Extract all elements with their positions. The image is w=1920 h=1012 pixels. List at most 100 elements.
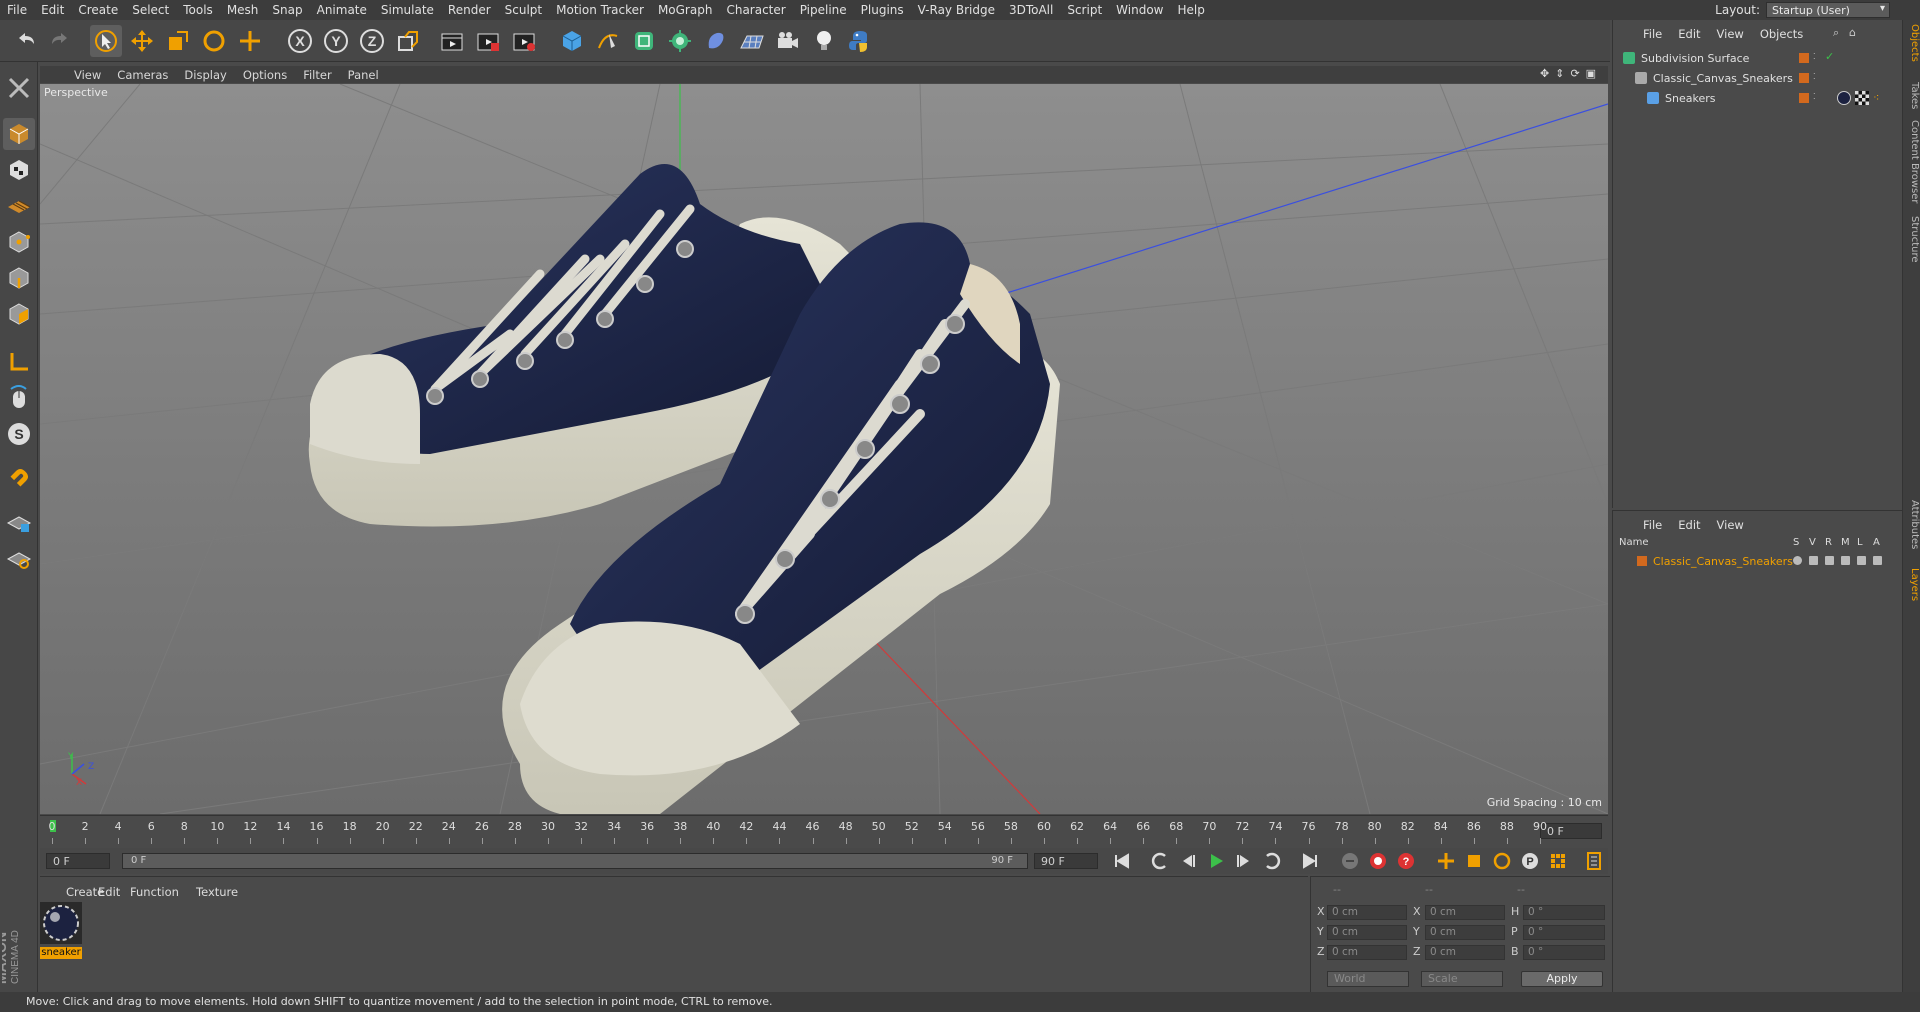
- object-menu-objects[interactable]: Objects: [1752, 27, 1811, 41]
- tweak-mode-button[interactable]: [3, 382, 35, 414]
- layer-menu-file[interactable]: File: [1635, 518, 1670, 532]
- enabled-check-icon[interactable]: ✓: [1825, 50, 1834, 63]
- transform-tool-button[interactable]: [234, 25, 266, 57]
- redo-button[interactable]: [44, 25, 76, 57]
- layer-column-r[interactable]: R: [1825, 537, 1832, 548]
- viewport-menu-cameras[interactable]: Cameras: [109, 68, 176, 82]
- uvw-tag-icon[interactable]: ⁖: [1873, 91, 1879, 104]
- layer-color-swatch[interactable]: [1637, 556, 1647, 566]
- object-row[interactable]: Sneakers ⁚ ⁖: [1613, 88, 1903, 108]
- render-view-button[interactable]: [436, 25, 468, 57]
- coord-size-x-field[interactable]: 0 cm: [1425, 905, 1505, 920]
- object-visibility-dots[interactable]: ⁚: [1813, 72, 1816, 81]
- next-key-button[interactable]: [1260, 849, 1284, 873]
- coord-position-z-field[interactable]: 0 cm: [1327, 945, 1407, 960]
- object-menu-edit[interactable]: Edit: [1670, 27, 1708, 41]
- prev-frame-button[interactable]: [1176, 849, 1200, 873]
- object-visibility-dots[interactable]: ⁚: [1813, 92, 1816, 101]
- material-swatch[interactable]: [40, 902, 82, 944]
- goto-start-button[interactable]: [1110, 849, 1134, 873]
- material-menu-texture[interactable]: Texture: [196, 885, 238, 899]
- render-picture-viewer-button[interactable]: [472, 25, 504, 57]
- snap-toggle-button[interactable]: S: [3, 418, 35, 450]
- layer-column-name[interactable]: Name: [1619, 537, 1649, 548]
- coord-size-y-field[interactable]: 0 cm: [1425, 925, 1505, 940]
- layout-dropdown[interactable]: Startup (User): [1766, 2, 1890, 18]
- coord-mode-dropdown[interactable]: Scale: [1421, 971, 1503, 987]
- coord-system-dropdown[interactable]: World: [1327, 971, 1409, 987]
- rotate-view-icon[interactable]: ⟳: [1570, 67, 1579, 80]
- menu-3dtoall[interactable]: 3DToAll: [1002, 3, 1060, 17]
- object-row[interactable]: Subdivision Surface ⁚ ✓: [1613, 48, 1903, 68]
- viewport-menu-display[interactable]: Display: [176, 68, 234, 82]
- menu-window[interactable]: Window: [1109, 3, 1170, 17]
- next-frame-button[interactable]: [1232, 849, 1256, 873]
- menu-sculpt[interactable]: Sculpt: [498, 3, 549, 17]
- current-frame-field[interactable]: 0 F: [1540, 823, 1602, 839]
- menu-script[interactable]: Script: [1060, 3, 1109, 17]
- keyframe-selection-button[interactable]: ?: [1394, 849, 1418, 873]
- object-visibility-dots[interactable]: ⁚: [1813, 52, 1816, 61]
- menu-tools[interactable]: Tools: [176, 3, 220, 17]
- texture-tag-icon[interactable]: [1855, 91, 1869, 105]
- coordinate-system-button[interactable]: [392, 25, 424, 57]
- floor-button[interactable]: [736, 25, 768, 57]
- object-row[interactable]: Classic_Canvas_Sneakers ⁚: [1613, 68, 1903, 88]
- layer-menu-edit[interactable]: Edit: [1670, 518, 1708, 532]
- menu-simulate[interactable]: Simulate: [374, 3, 441, 17]
- key-rotation-button[interactable]: [1490, 849, 1514, 873]
- grid-snap-button[interactable]: [3, 542, 35, 574]
- deformer-button[interactable]: [700, 25, 732, 57]
- coord-rotation-p-field[interactable]: 0 °: [1523, 925, 1605, 940]
- object-menu-file[interactable]: File: [1635, 27, 1670, 41]
- viewport-menu-options[interactable]: Options: [235, 68, 295, 82]
- menu-mograph[interactable]: MoGraph: [651, 3, 720, 17]
- viewport-menu-panel[interactable]: Panel: [340, 68, 387, 82]
- timeline-ruler[interactable]: 0 F 0 2 4 6 8 10 12 14 16 18 20 22 24 26 28 30 32 34 36 38 4…: [40, 815, 1608, 847]
- coord-position-y-field[interactable]: 0 cm: [1327, 925, 1407, 940]
- render-icon[interactable]: [1825, 556, 1834, 565]
- object-menu-view[interactable]: View: [1709, 27, 1752, 41]
- zoom-icon[interactable]: ⇕: [1555, 67, 1564, 80]
- right-tab-objects[interactable]: Objects: [1904, 24, 1920, 62]
- scale-tool-button[interactable]: [162, 25, 194, 57]
- select-tool-button[interactable]: [90, 25, 122, 57]
- menu-animate[interactable]: Animate: [310, 3, 374, 17]
- 3d-viewport[interactable]: Perspective Y X Z Grid Spacing : 10 cm: [40, 84, 1608, 814]
- frame-range-slider[interactable]: 0 F 90 F: [122, 853, 1028, 869]
- material-menu-function[interactable]: Function: [130, 885, 179, 899]
- menu-plugins[interactable]: Plugins: [854, 3, 911, 17]
- right-tab-content-browser[interactable]: Content Browser: [1904, 120, 1920, 203]
- material-tag-icon[interactable]: [1837, 91, 1851, 105]
- record-keys-button[interactable]: [1338, 849, 1362, 873]
- lock-icon[interactable]: [1857, 556, 1866, 565]
- axis-mode-button[interactable]: [3, 346, 35, 378]
- menu-mesh[interactable]: Mesh: [220, 3, 266, 17]
- coord-rotation-h-field[interactable]: 0 °: [1523, 905, 1605, 920]
- right-tab-attributes[interactable]: Attributes: [1904, 500, 1920, 549]
- material-name-label[interactable]: sneaker: [40, 947, 82, 959]
- menu-edit[interactable]: Edit: [34, 3, 71, 17]
- move-tool-button[interactable]: [126, 25, 158, 57]
- prev-key-button[interactable]: [1148, 849, 1172, 873]
- layer-column-s[interactable]: S: [1793, 537, 1799, 548]
- menu-motion-tracker[interactable]: Motion Tracker: [549, 3, 651, 17]
- mograph-cloner-button[interactable]: [664, 25, 696, 57]
- coord-size-z-field[interactable]: 0 cm: [1425, 945, 1505, 960]
- menu-v-ray-bridge[interactable]: V-Ray Bridge: [911, 3, 1002, 17]
- layer-column-l[interactable]: L: [1857, 537, 1863, 548]
- object-layer-color[interactable]: [1799, 53, 1809, 63]
- menu-character[interactable]: Character: [719, 3, 792, 17]
- menu-render[interactable]: Render: [441, 3, 498, 17]
- visible-eye-icon[interactable]: [1809, 556, 1818, 565]
- menu-pipeline[interactable]: Pipeline: [793, 3, 854, 17]
- key-position-button[interactable]: [1434, 849, 1458, 873]
- animation-icon[interactable]: [1873, 556, 1882, 565]
- python-script-button[interactable]: [844, 25, 876, 57]
- apply-button[interactable]: Apply: [1521, 971, 1603, 987]
- timeline-window-button[interactable]: [1582, 849, 1606, 873]
- lock-workplane-button[interactable]: [3, 506, 35, 538]
- key-parameter-button[interactable]: P: [1518, 849, 1542, 873]
- right-tab-structure[interactable]: Structure: [1904, 216, 1920, 263]
- viewport-menu-view[interactable]: View: [66, 68, 109, 82]
